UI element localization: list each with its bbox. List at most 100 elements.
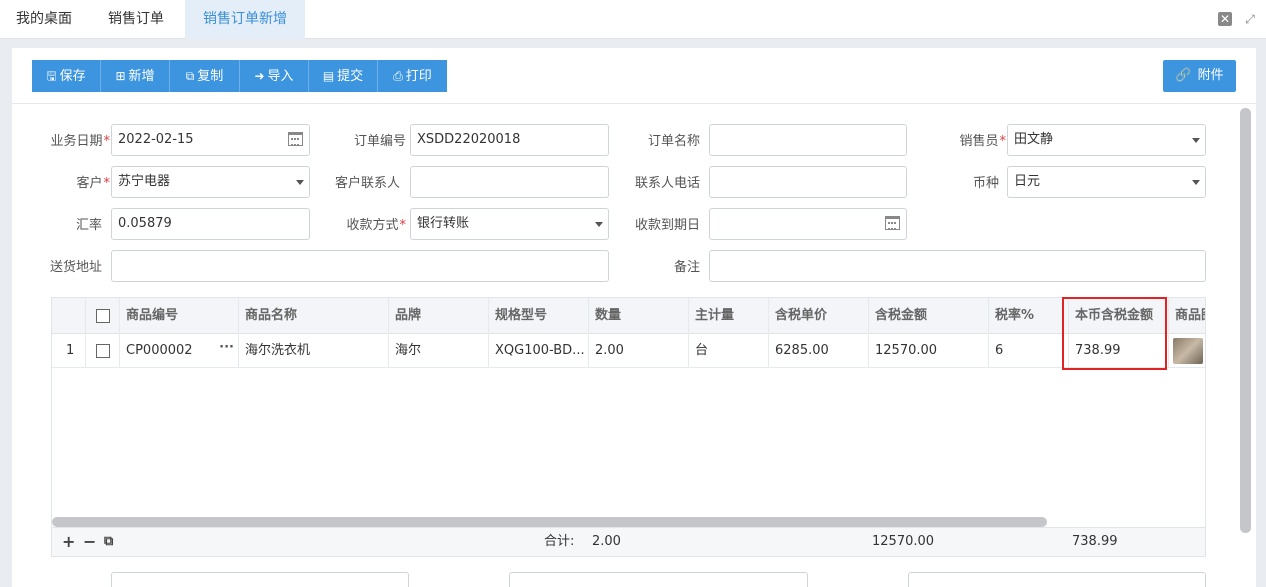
chevron-down-icon xyxy=(1192,180,1200,185)
total-local-amount: 738.99 xyxy=(1072,534,1118,549)
order-name-field[interactable] xyxy=(709,124,907,156)
biz-date-label: 业务日期* xyxy=(50,134,110,149)
pay-method-value: 银行转账 xyxy=(417,216,470,231)
total-qty: 2.00 xyxy=(592,534,621,549)
submit-icon: ▤ xyxy=(322,69,335,83)
header-qty: 数量 xyxy=(589,298,689,334)
total-amount: 12570.00 xyxy=(872,534,935,549)
row-index: 1 xyxy=(52,334,86,368)
row-image[interactable] xyxy=(1169,334,1205,368)
calendar-icon[interactable] xyxy=(885,216,900,230)
add-button-label: 新增 xyxy=(128,69,155,84)
salesman-value: 田文静 xyxy=(1014,132,1054,147)
rate-field[interactable]: 0.05879 xyxy=(111,208,310,240)
header-tax: 税率% xyxy=(989,298,1069,334)
header-image: 商品图片 xyxy=(1169,298,1205,334)
row-code-value: CP000002 xyxy=(126,343,193,358)
tab-bar: 我的桌面 销售订单 销售订单新增 ✕ ⤢ xyxy=(0,0,1266,39)
rate-label: 汇率 xyxy=(75,218,102,233)
due-date-label: 收款到期日 xyxy=(634,218,700,233)
add-row-icon[interactable]: + xyxy=(62,534,75,550)
print-icon: ⎙ xyxy=(393,69,403,83)
row-tax[interactable]: 6 xyxy=(989,334,1069,368)
row-price[interactable]: 6285.00 xyxy=(769,334,869,368)
contact-phone-label: 联系人电话 xyxy=(634,176,700,191)
remark-label: 备注 xyxy=(673,260,700,275)
remark-field[interactable] xyxy=(709,250,1206,282)
save-button-label: 保存 xyxy=(59,69,86,84)
checkbox[interactable] xyxy=(96,308,110,323)
bottom-field-1[interactable] xyxy=(111,572,409,587)
fullscreen-icon[interactable]: ⤢ xyxy=(1243,12,1257,26)
add-button[interactable]: ⊞ 新增 xyxy=(101,60,170,92)
more-icon[interactable]: ··· xyxy=(219,334,234,365)
currency-label: 币种 xyxy=(972,176,999,191)
header-code: 商品编号 xyxy=(120,298,239,334)
calendar-icon[interactable] xyxy=(288,132,303,146)
attachment-button[interactable]: 🔗 附件 xyxy=(1163,60,1236,92)
tab-sales-order-new[interactable]: 销售订单新增 xyxy=(185,0,305,39)
bottom-field-2[interactable] xyxy=(509,572,808,587)
contact-field[interactable] xyxy=(410,166,609,198)
horizontal-scrollbar[interactable] xyxy=(52,517,1047,527)
order-items-grid: 商品编号 商品名称 品牌 规格型号 数量 主计量 含税单价 含税金额 税率% 本… xyxy=(51,297,1206,557)
copy-button-label: 复制 xyxy=(197,69,224,84)
pay-method-select[interactable]: 银行转账 xyxy=(410,208,609,240)
customer-label: 客户* xyxy=(76,176,110,191)
chevron-down-icon xyxy=(595,222,603,227)
vertical-scrollbar[interactable] xyxy=(1240,108,1251,533)
address-label: 送货地址 xyxy=(49,260,102,275)
save-button[interactable]: 🖫 保存 xyxy=(32,60,101,92)
bottom-field-3[interactable] xyxy=(908,572,1206,587)
header-brand: 品牌 xyxy=(389,298,489,334)
row-spec[interactable]: XQG100-BD... xyxy=(489,334,589,368)
tab-sales-order[interactable]: 销售订单 xyxy=(88,0,184,39)
header-unit: 主计量 xyxy=(689,298,769,334)
save-icon: 🖫 xyxy=(46,69,57,83)
toolbar: 🖫 保存 ⊞ 新增 ⧉ 复制 ➜ 导入 ▤ 提交 ⎙ 打印 🔗 附件 xyxy=(12,48,1256,104)
row-brand[interactable]: 海尔 xyxy=(389,334,489,368)
copy-button[interactable]: ⧉ 复制 xyxy=(170,60,240,92)
checkbox[interactable] xyxy=(96,343,110,358)
table-row[interactable]: 1 CP000002 ··· 海尔洗衣机 海尔 XQG100-BD... 2.00… xyxy=(52,334,1205,368)
attachment-button-label: 附件 xyxy=(1197,68,1224,83)
customer-select[interactable]: 苏宁电器 xyxy=(111,166,310,198)
row-qty[interactable]: 2.00 xyxy=(589,334,689,368)
header-spec: 规格型号 xyxy=(489,298,589,334)
currency-select[interactable]: 日元 xyxy=(1007,166,1206,198)
header-name: 商品名称 xyxy=(239,298,389,334)
copy-row-icon[interactable]: ⧉ xyxy=(104,534,113,550)
remove-row-icon[interactable]: − xyxy=(83,534,96,550)
tab-desktop[interactable]: 我的桌面 xyxy=(0,0,88,39)
row-select[interactable] xyxy=(86,334,120,368)
contact-label: 客户联系人 xyxy=(334,176,400,191)
import-button[interactable]: ➜ 导入 xyxy=(240,60,309,92)
product-image xyxy=(1173,338,1203,364)
order-no-field[interactable]: XSDD22020018 xyxy=(410,124,609,156)
pay-method-label: 收款方式* xyxy=(346,218,406,233)
close-tab-icon[interactable]: ✕ xyxy=(1218,12,1232,26)
due-date-field[interactable] xyxy=(709,208,907,240)
order-name-label: 订单名称 xyxy=(647,134,700,149)
row-unit[interactable]: 台 xyxy=(689,334,769,368)
import-button-label: 导入 xyxy=(267,69,294,84)
header-amount: 含税金额 xyxy=(869,298,989,334)
header-index xyxy=(52,298,86,334)
total-label: 合计: xyxy=(544,534,575,549)
import-icon: ➜ xyxy=(254,69,265,83)
row-amount[interactable]: 12570.00 xyxy=(869,334,989,368)
contact-phone-field[interactable] xyxy=(709,166,907,198)
salesman-label: 销售员* xyxy=(959,134,1006,149)
address-field[interactable] xyxy=(111,250,609,282)
print-button[interactable]: ⎙ 打印 xyxy=(378,60,447,92)
biz-date-field[interactable]: 2022-02-15 xyxy=(111,124,310,156)
currency-value: 日元 xyxy=(1014,174,1041,189)
submit-button-label: 提交 xyxy=(337,69,364,84)
salesman-select[interactable]: 田文静 xyxy=(1007,124,1206,156)
row-code[interactable]: CP000002 ··· xyxy=(120,334,239,368)
header-select-all[interactable] xyxy=(86,298,120,334)
highlight-box xyxy=(1062,297,1167,370)
biz-date-value: 2022-02-15 xyxy=(118,132,194,147)
row-name[interactable]: 海尔洗衣机 xyxy=(239,334,389,368)
submit-button[interactable]: ▤ 提交 xyxy=(309,60,378,92)
